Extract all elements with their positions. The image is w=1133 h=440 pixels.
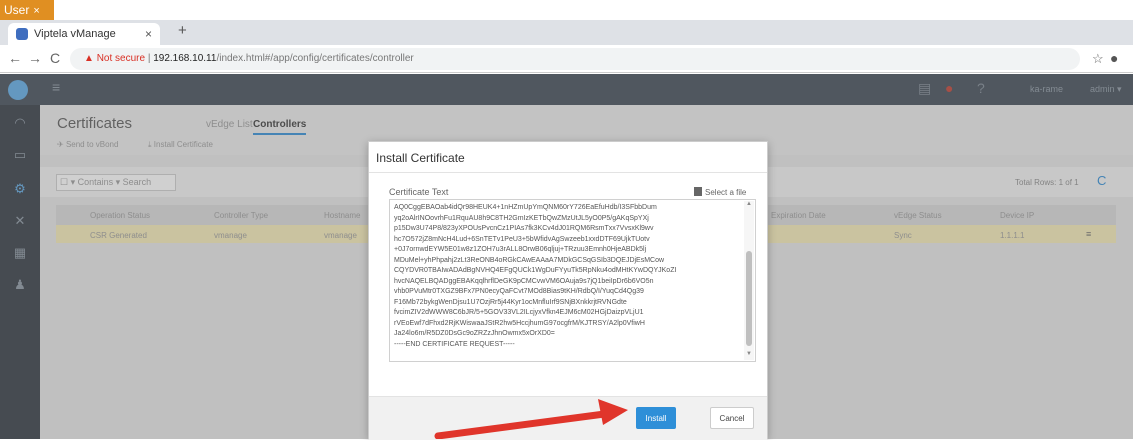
scroll-down-icon[interactable]: ▼ (746, 351, 752, 357)
cancel-button[interactable]: Cancel (710, 407, 754, 429)
certificate-textarea[interactable]: AQ0CggEBAOab4idQr98HEUK4+1nHZmUpYmQNM60r… (389, 199, 756, 362)
browser-tab[interactable]: Viptela vManage × (8, 23, 160, 45)
select-file-label: Select a file (705, 188, 747, 197)
dialog-title: Install Certificate (376, 151, 465, 165)
cert-line: rVEoEwf7dFhxd2RjKWiswaaJStR2hw5HccjhumG9… (394, 319, 645, 327)
tab-close-icon[interactable]: × (145, 23, 152, 45)
select-file-button[interactable]: Select a file (694, 187, 746, 197)
cert-line: hc7O572jZ8mNcH4Lud+6SnTETv1PeU3+5bWfidvA… (394, 235, 650, 243)
cert-line: CQYDVR0TBAIwADAdBgNVHQ4EFgQUCk1WgDuFYyuT… (394, 267, 677, 274)
cert-line: vhb0PVuMtr0TXGZ9BFx7PN0ecyQaFCvt7MOd8Bia… (394, 288, 644, 295)
certificate-text-label: Certificate Text (389, 187, 449, 197)
dialog-footer: Install Cancel (369, 396, 767, 440)
install-certificate-dialog: Install Certificate Certificate Text Sel… (368, 141, 768, 440)
user-tab-close-icon[interactable]: × (33, 5, 39, 17)
cert-line: -----END CERTIFICATE REQUEST----- (394, 340, 515, 348)
cert-line: MDuMel+yhPhpahj2zLt3ReONB4oRGkCAwEAAaA7M… (394, 256, 665, 264)
browser-tab-title: Viptela vManage (34, 28, 116, 40)
cert-line: fvcimZIV2dWWW8C6bJR/5+5GOV33VL2ILcjyxVfk… (394, 309, 644, 316)
user-tab-label: User (4, 3, 30, 17)
file-icon (694, 187, 702, 196)
address-bar: ← → C ▲ Not secure | 192.168.10.11/index… (0, 45, 1133, 73)
user-tab[interactable]: User × (0, 0, 54, 20)
forward-icon[interactable]: → (28, 50, 42, 66)
user-tab-strip: User × (0, 0, 1133, 20)
scrollbar[interactable]: ▲ ▼ (744, 201, 754, 360)
back-icon[interactable]: ← (8, 50, 22, 66)
warning-icon: ▲ (84, 53, 94, 64)
bookmark-star-icon[interactable]: ☆ (1092, 51, 1104, 67)
install-button[interactable]: Install (636, 407, 676, 429)
url-host: 192.168.10.11 (153, 53, 217, 64)
cert-line: F16Mb72bykgWenDjsu1U7OzjRr5j44Kyr1ocMnfl… (394, 298, 627, 306)
cert-line: yq2oAlrINOovrhFu1RquAU8h9C8TH2GmIzKETbQw… (394, 214, 649, 222)
profile-icon[interactable]: ● (1110, 50, 1118, 66)
reload-icon[interactable]: C (50, 50, 60, 66)
scroll-up-icon[interactable]: ▲ (746, 201, 752, 207)
dialog-divider (369, 172, 767, 173)
new-tab-button[interactable]: + (178, 22, 187, 39)
cert-line: p15Dw3U74P8/823yXPOUsPvcnCz1PIAs7fk3KCv4… (394, 225, 654, 232)
not-secure-label[interactable]: Not secure (97, 53, 145, 64)
cert-line: AQ0CggEBAOab4idQr98HEUK4+1nHZmUpYmQNM60r… (394, 204, 657, 211)
url-path: /index.html#/app/config/certificates/con… (216, 53, 414, 64)
browser-tab-bar: Viptela vManage × (0, 20, 1133, 45)
scrollbar-thumb[interactable] (746, 251, 752, 346)
cert-line: +0J7ornwdEYW5E01w8z1ZOH7u3rALL8OrwB06qlj… (394, 246, 647, 253)
viptela-favicon-icon (16, 28, 28, 40)
cert-line: hvcNAQELBQADggEBAKqqlhrflDeGK9pCMCvwVM6O… (394, 277, 654, 285)
cert-line: Ja24lo6m/R5DZ0DsGc9oZRZzJhnOwmx5xOrXD0= (394, 330, 555, 337)
url-field[interactable]: ▲ Not secure | 192.168.10.11/index.html#… (70, 48, 1080, 70)
